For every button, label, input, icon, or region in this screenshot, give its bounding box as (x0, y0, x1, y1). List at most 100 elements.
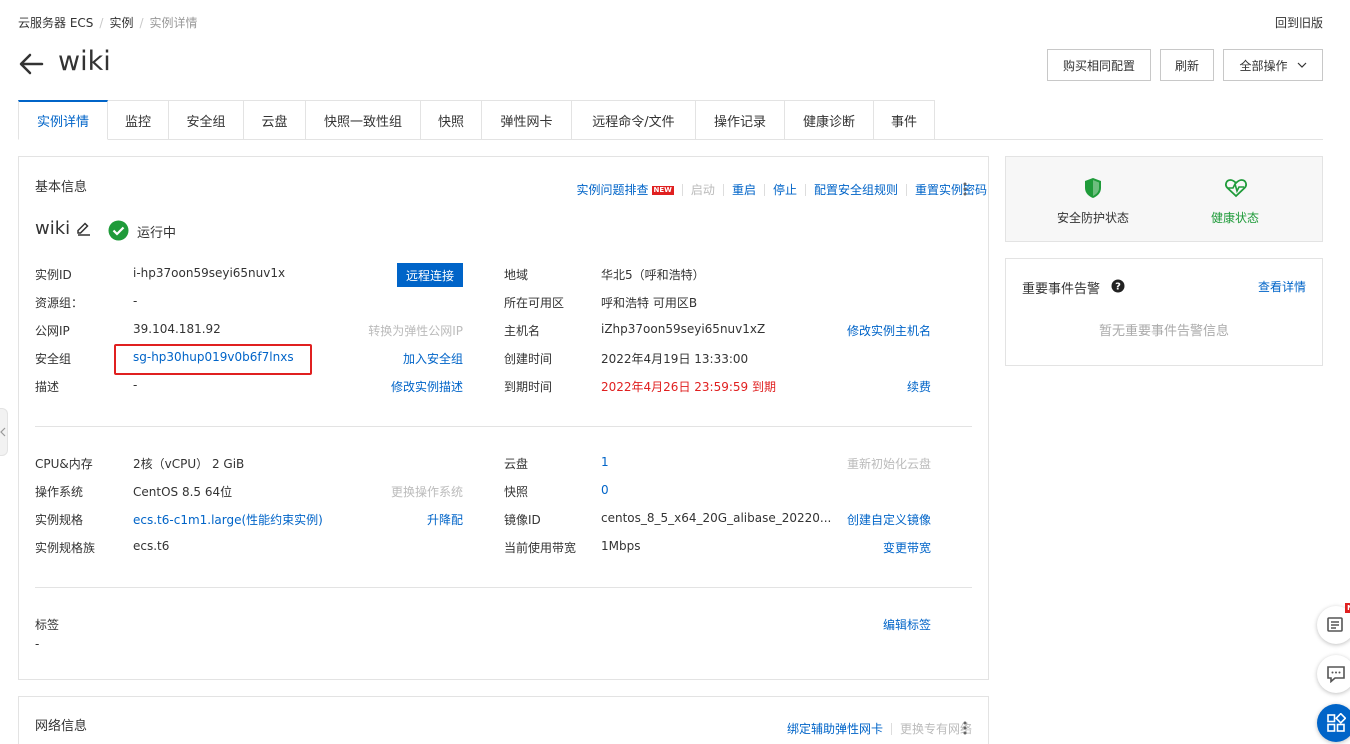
zone-value: 呼和浩特 可用区B (601, 296, 698, 310)
refresh-button[interactable]: 刷新 (1160, 49, 1214, 81)
bandwidth-value: 1Mbps (601, 539, 641, 553)
back-to-old-version-link[interactable]: 回到旧版 (1275, 14, 1323, 31)
resize-link[interactable]: 升降配 (427, 511, 463, 528)
running-status-icon (108, 220, 129, 241)
resource-group-label: 资源组： (35, 296, 84, 310)
tab-instance-details[interactable]: 实例详情 (18, 100, 108, 140)
svg-text:?: ? (1115, 282, 1121, 293)
convert-eip-link: 转换为弹性公网IP (368, 324, 463, 338)
image-id-value: centos_8_5_x64_20G_alibase_20220... (601, 511, 832, 525)
public-ip-value: 39.104.181.92 (133, 322, 221, 336)
section-divider (35, 587, 972, 588)
disk-count-link[interactable]: 1 (601, 455, 609, 469)
instance-id-label: 实例ID (35, 268, 72, 282)
hostname-label: 主机名 (504, 324, 541, 338)
description-value: - (133, 378, 138, 392)
os-label: 操作系统 (35, 485, 84, 499)
os-value: CentOS 8.5 64位 (133, 485, 233, 499)
created-time-value: 2022年4月19日 13:33:00 (601, 352, 749, 366)
tab-remote-commands[interactable]: 远程命令/文件 (572, 100, 696, 140)
snapshot-count-link[interactable]: 0 (601, 483, 609, 497)
tags-label: 标签 (35, 618, 60, 632)
security-status-label[interactable]: 安全防护状态 (1057, 209, 1129, 226)
instance-type-label: 实例规格 (35, 513, 84, 527)
security-group-label: 安全组 (35, 352, 72, 366)
remote-connect-button[interactable]: 远程连接 (397, 263, 463, 287)
tab-enis[interactable]: 弹性网卡 (482, 100, 572, 140)
reset-password-link[interactable]: 重置实例密码 (915, 181, 987, 198)
view-details-link[interactable]: 查看详情 (1258, 278, 1306, 295)
disk-label: 云盘 (504, 457, 529, 471)
instance-actions-bar: 实例问题排查 NEW 启动 重启 停止 配置安全组规则 重置实例密码 (577, 181, 987, 198)
public-ip-label: 公网IP (35, 324, 70, 338)
tab-events[interactable]: 事件 (874, 100, 935, 140)
network-info-title: 网络信息 (35, 719, 88, 734)
tab-snapshot-consistency-groups[interactable]: 快照一致性组 (306, 100, 421, 140)
more-vertical-icon[interactable] (962, 181, 968, 197)
basic-info-title: 基本信息 (35, 180, 88, 195)
breadcrumb-current: 实例详情 (149, 16, 198, 30)
created-time-label: 创建时间 (504, 352, 553, 366)
restart-link[interactable]: 重启 (732, 181, 756, 198)
feedback-float-button[interactable] (1317, 655, 1350, 693)
tab-health-diagnosis[interactable]: 健康诊断 (785, 100, 874, 140)
breadcrumb-instances[interactable]: 实例 (109, 16, 133, 30)
status-text: 运行中 (137, 226, 177, 241)
instance-type-link[interactable]: ecs.t6-c1m1.large(性能约束实例) (133, 511, 323, 528)
reinit-disk-link: 重新初始化云盘 (846, 457, 931, 471)
join-security-group-link[interactable]: 加入安全组 (403, 350, 463, 367)
resource-group-value: - (133, 294, 138, 308)
chevron-down-icon (1297, 62, 1306, 68)
change-bandwidth-link[interactable]: 变更带宽 (883, 539, 931, 556)
tab-disks[interactable]: 云盘 (244, 100, 306, 140)
apps-grid-icon (1327, 713, 1346, 732)
status-panel (1005, 156, 1323, 242)
docs-float-button[interactable]: N (1317, 603, 1350, 644)
tab-monitoring[interactable]: 监控 (108, 100, 169, 140)
edit-tags-link[interactable]: 编辑标签 (883, 616, 931, 633)
cpu-memory-label: CPU&内存 (35, 457, 93, 471)
image-id-label: 镜像ID (504, 513, 541, 527)
breadcrumb-ecs[interactable]: 云服务器 ECS (18, 16, 93, 30)
edit-description-link[interactable]: 修改实例描述 (391, 378, 463, 395)
tags-value: - (35, 637, 40, 651)
bind-eni-link[interactable]: 绑定辅助弹性网卡 (787, 720, 883, 737)
instance-name: wiki (35, 218, 71, 239)
health-status-label[interactable]: 健康状态 (1211, 209, 1259, 226)
chat-icon (1327, 666, 1345, 683)
description-label: 描述 (35, 380, 60, 394)
tab-security-groups[interactable]: 安全组 (169, 100, 244, 140)
zone-label: 所在可用区 (504, 296, 565, 310)
no-events-text: 暂无重要事件告警信息 (1098, 324, 1229, 339)
expire-time-label: 到期时间 (504, 380, 553, 394)
events-title: 重要事件告警 (1022, 282, 1101, 297)
expire-time-value: 2022年4月26日 23:59:59 到期 (601, 380, 776, 394)
tab-bar: 实例详情 监控 安全组 云盘 快照一致性组 快照 弹性网卡 远程命令/文件 操作… (18, 100, 935, 140)
troubleshoot-link[interactable]: 实例问题排查 NEW (577, 181, 674, 198)
create-image-link[interactable]: 创建自定义镜像 (847, 511, 931, 528)
renew-link[interactable]: 续费 (907, 378, 931, 395)
all-actions-dropdown[interactable]: 全部操作 (1223, 49, 1323, 81)
chevron-left-icon (0, 427, 6, 437)
highlight-box (114, 344, 312, 375)
shield-icon (1085, 178, 1101, 198)
page-title: wiki (58, 46, 111, 77)
start-link: 启动 (690, 183, 715, 197)
sidebar-collapse-handle[interactable] (0, 408, 8, 456)
back-arrow-icon[interactable] (18, 49, 44, 79)
stop-link[interactable]: 停止 (773, 181, 797, 198)
region-label: 地域 (504, 268, 529, 282)
book-icon (1327, 617, 1343, 632)
buy-same-config-button[interactable]: 购买相同配置 (1047, 49, 1151, 81)
hostname-value: iZhp37oon59seyi65nuv1xZ (601, 322, 766, 336)
edit-hostname-link[interactable]: 修改实例主机名 (847, 322, 931, 339)
edit-icon[interactable] (76, 222, 92, 236)
tab-snapshots[interactable]: 快照 (421, 100, 482, 140)
apps-float-button[interactable] (1317, 704, 1350, 742)
new-indicator-badge: N (1345, 603, 1350, 613)
more-vertical-icon[interactable] (962, 720, 968, 736)
help-icon[interactable]: ? (1111, 279, 1125, 293)
configure-sg-rules-link[interactable]: 配置安全组规则 (814, 181, 898, 198)
tab-operation-logs[interactable]: 操作记录 (696, 100, 785, 140)
instance-family-value: ecs.t6 (133, 539, 170, 553)
